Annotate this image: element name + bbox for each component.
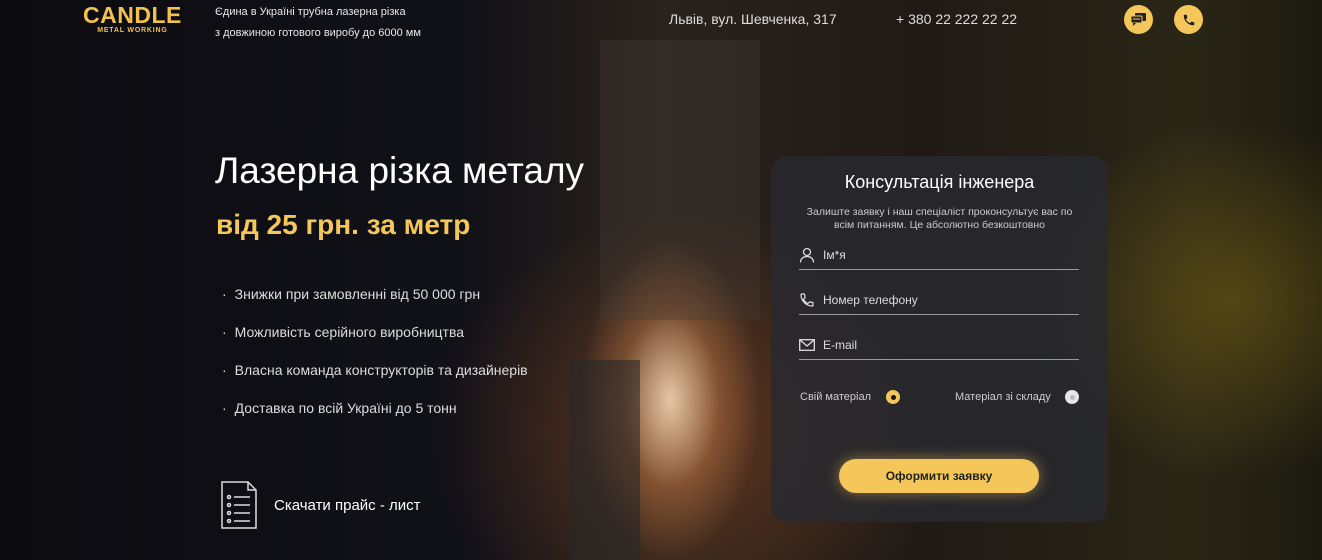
phone-placeholder: Номер телефону: [823, 292, 918, 307]
call-button[interactable]: [1174, 5, 1203, 34]
logo-text: CANDLE: [83, 2, 182, 28]
phone-number[interactable]: + 380 22 222 22 22: [896, 11, 1017, 27]
consultation-form: Консультація інженера Залиште заявку і н…: [771, 156, 1108, 522]
option-own-radio[interactable]: [886, 390, 900, 404]
option-stock-label: Матеріал зі складу: [955, 391, 1051, 403]
logo[interactable]: CANDLE METAL WORKING: [83, 2, 182, 34]
phone-input[interactable]: Номер телефону: [799, 285, 1079, 315]
form-title: Консультація інженера: [844, 172, 1035, 192]
address: Львів, вул. Шевченка, 317: [669, 11, 837, 27]
hero-price: від 25 грн. за метр: [216, 209, 471, 240]
background-machine: [570, 360, 640, 560]
mail-icon: [799, 338, 815, 351]
phone-icon: [800, 292, 814, 307]
chat-button[interactable]: [1124, 5, 1153, 34]
tagline-line: Єдина в Україні трубна лазерна різка: [215, 6, 406, 18]
feature-item: Знижки при замовленні від 50 000 грн: [222, 286, 480, 302]
hero-title: Лазерна різка металу: [215, 150, 585, 191]
background-machine: [600, 40, 760, 320]
feature-item: Можливість серійного виробництва: [222, 324, 464, 340]
option-own-label: Свій матеріал: [800, 391, 872, 403]
email-placeholder: E-mail: [823, 337, 858, 352]
download-price-list[interactable]: Скачати прайс - лист: [220, 480, 421, 530]
tagline-line: з довжиною готового виробу до 6000 мм: [215, 27, 421, 39]
user-icon: [799, 247, 815, 263]
name-placeholder: Ім*я: [823, 247, 846, 262]
logo-subtitle: METAL WORKING: [97, 27, 168, 34]
option-stock-radio[interactable]: [1065, 390, 1079, 404]
feature-item: Власна команда конструкторів та дизайнер…: [222, 362, 528, 378]
chat-icon: [1131, 13, 1146, 26]
submit-button[interactable]: Оформити заявку: [839, 459, 1039, 493]
feature-item: Доставка по всій Україні до 5 тонн: [222, 400, 457, 416]
phone-icon: [1183, 14, 1194, 25]
name-input[interactable]: Ім*я: [799, 240, 1079, 270]
download-label: Скачати прайс - лист: [274, 496, 421, 514]
tagline: Єдина в Україні трубна лазерна різка з до…: [215, 2, 421, 44]
form-description: Залиште заявку і наш спеціаліст проконсу…: [806, 206, 1073, 231]
email-input[interactable]: E-mail: [799, 330, 1079, 360]
document-list-icon: [221, 481, 257, 529]
